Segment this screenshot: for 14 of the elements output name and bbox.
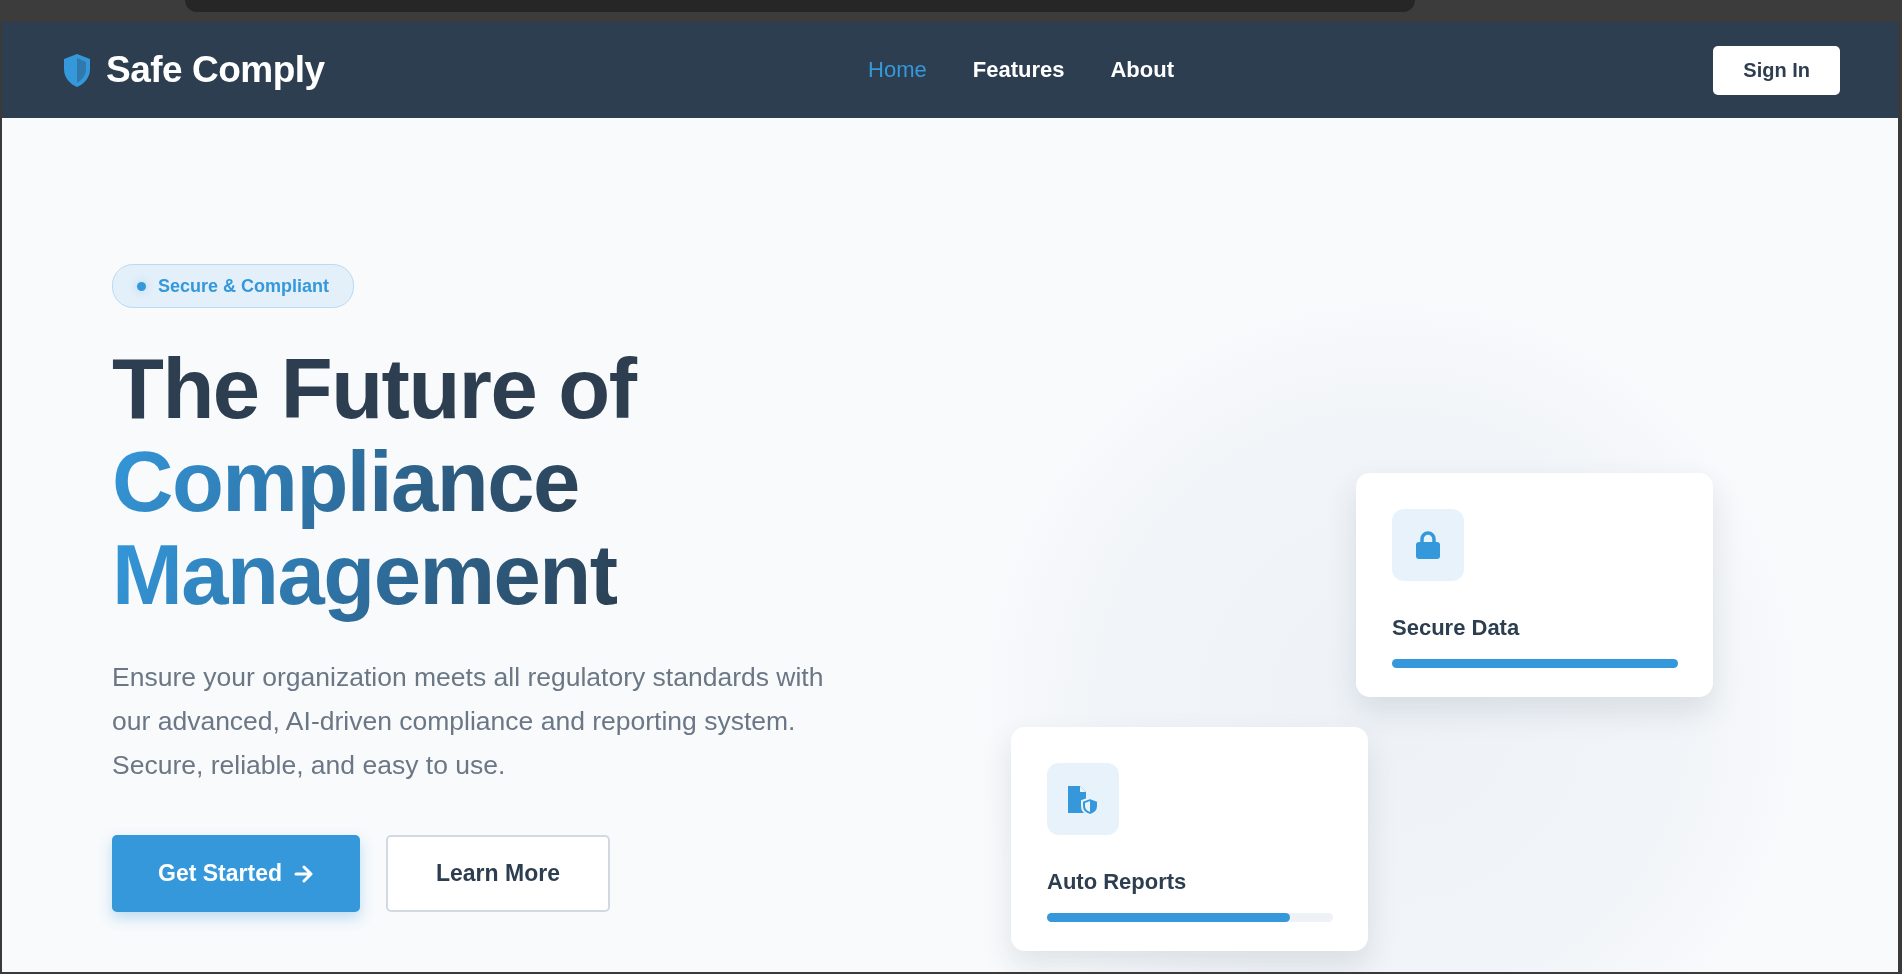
shield-icon [62,52,92,88]
status-dot-icon [137,281,146,291]
learn-more-button[interactable]: Learn More [386,835,610,912]
brand-name: Safe Comply [106,49,325,91]
document-shield-icon [1066,783,1100,815]
card-title: Auto Reports [1047,869,1188,895]
arrow-right-icon [294,864,314,883]
lock-icon [1414,530,1442,560]
nav-link[interactable]: Features [972,57,1065,83]
badge-label: Secure & Compliant [158,275,330,297]
sign-in-button[interactable]: Sign In [1713,45,1840,95]
hero-description: Ensure your organization meets all regulatory standards with our advanced, AI-driven compliance and reporting system. Secure, reliable, and easy to use. [112,661,825,782]
nav-link[interactable]: About [1110,57,1174,83]
card-title: Secure Data [1392,615,1521,641]
